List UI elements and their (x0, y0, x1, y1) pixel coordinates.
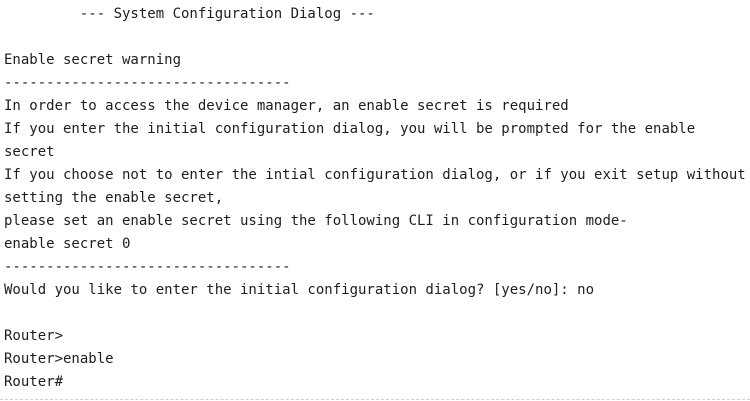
separator-line: ---------------------------------- (4, 75, 291, 91)
bottom-divider (0, 399, 750, 400)
router-prompt-active[interactable]: Router# (4, 371, 746, 394)
message-line: If you enter the initial configuration d… (4, 121, 704, 160)
message-line: enable secret 0 (4, 236, 131, 252)
dialog-header: --- System Configuration Dialog --- (4, 6, 375, 22)
setup-question: Would you like to enter the initial conf… (4, 282, 595, 298)
warning-title: Enable secret warning (4, 52, 182, 68)
message-line: please set an enable secret using the fo… (4, 213, 628, 229)
router-prompt: Router> (4, 328, 64, 344)
terminal-output[interactable]: --- System Configuration Dialog --- Enab… (4, 3, 746, 394)
separator-line: ---------------------------------- (4, 259, 291, 275)
message-line: If you choose not to enter the intial co… (4, 167, 746, 206)
message-line: In order to access the device manager, a… (4, 98, 569, 114)
router-prompt: Router>enable (4, 351, 114, 367)
